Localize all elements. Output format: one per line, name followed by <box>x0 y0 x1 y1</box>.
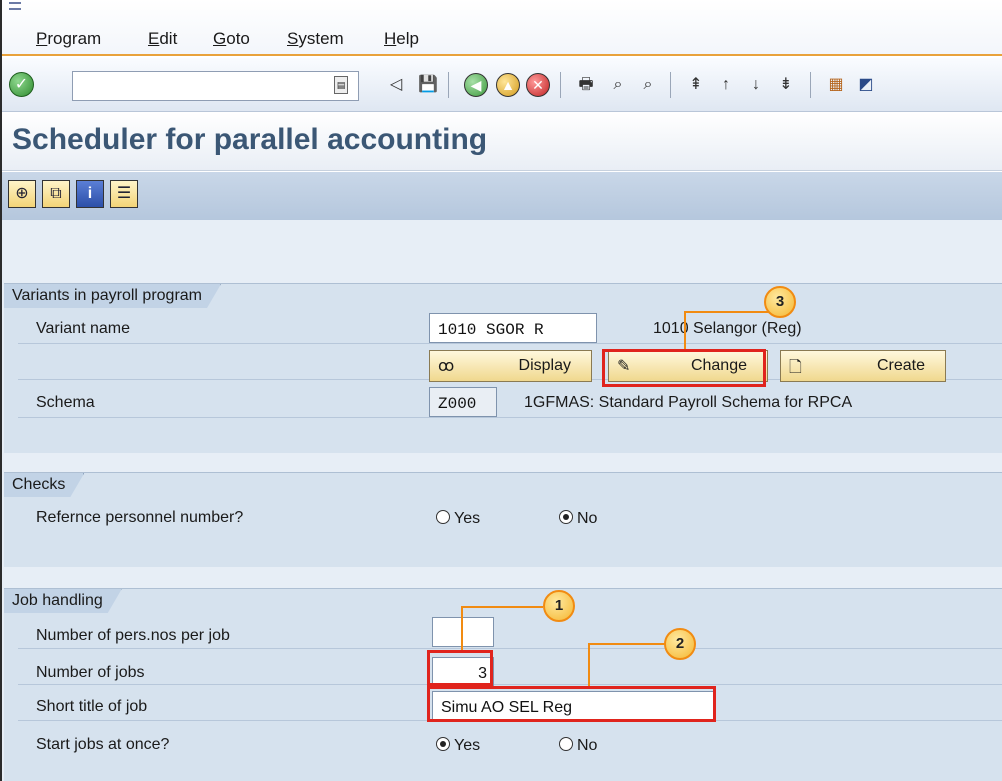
radio-label: No <box>577 737 598 754</box>
shortcut-icon[interactable]: ◩ <box>854 73 878 97</box>
callout-line <box>461 606 543 608</box>
command-history-icon[interactable]: ▤ <box>334 76 348 94</box>
save-icon[interactable]: 💾 <box>416 73 440 97</box>
standard-toolbar: ✓ ▤ ◁ 💾 ◀ ▲ ✕ 🖶 ⌕ ⌕ ⇞ ↑ ↓ ⇟ ▦ ◩ <box>2 58 1002 112</box>
callout-1: 1 <box>543 590 575 622</box>
radio-off-icon <box>559 737 573 751</box>
first-page-icon[interactable]: ⇞ <box>684 73 708 97</box>
title-bar: Scheduler for parallel accounting <box>2 113 1002 171</box>
row-divider <box>18 648 1002 649</box>
toolbar-separator <box>448 72 449 98</box>
new-document-icon: 🗋 <box>789 359 802 376</box>
find-next-icon[interactable]: ⌕ <box>636 73 660 97</box>
row-divider <box>18 417 1002 418</box>
reference-yes-radio[interactable]: Yes <box>436 509 480 528</box>
copy-variant-icon[interactable]: ⧉ <box>42 180 70 208</box>
radio-label: Yes <box>454 510 481 527</box>
short-title-highlight <box>427 686 716 722</box>
callout-line <box>684 311 686 349</box>
pers-per-job-label: Number of pers.nos per job <box>36 627 230 644</box>
number-of-jobs-highlight <box>427 650 493 686</box>
variant-description: 1010 Selangor (Reg) <box>653 320 802 337</box>
schema-field <box>429 387 497 417</box>
find-icon[interactable]: ⌕ <box>606 73 630 97</box>
collapse-arrow-icon[interactable]: ◁ <box>384 73 408 97</box>
menu-bar: Program Edit Goto System Help <box>2 0 1002 56</box>
menu-goto[interactable]: Goto <box>213 29 250 49</box>
execute-icon[interactable]: ⊕ <box>8 180 36 208</box>
change-highlight <box>602 349 766 387</box>
section-title-variants: Variants in payroll program <box>4 284 221 308</box>
radio-label: No <box>577 510 598 527</box>
command-field[interactable] <box>72 71 359 101</box>
menu-help[interactable]: Help <box>384 29 419 49</box>
radio-off-icon <box>436 510 450 524</box>
variants-section: Variants in payroll program Variant name… <box>4 283 1002 453</box>
radio-on-icon <box>436 737 450 751</box>
callout-3: 3 <box>764 286 796 318</box>
info-icon[interactable]: i <box>76 180 104 208</box>
system-menu-icon[interactable] <box>9 2 21 10</box>
enter-check-icon[interactable]: ✓ <box>9 72 34 97</box>
display-button-label: Display <box>518 357 571 374</box>
callout-line <box>461 606 463 650</box>
new-session-icon[interactable]: ▦ <box>824 73 848 97</box>
callout-line <box>684 311 780 313</box>
exit-icon[interactable]: ▲ <box>496 73 520 97</box>
back-icon[interactable]: ◀ <box>464 73 488 97</box>
variant-name-field[interactable] <box>429 313 597 343</box>
schema-description: 1GFMAS: Standard Payroll Schema for RPCA <box>524 394 853 411</box>
menu-system[interactable]: System <box>287 29 344 49</box>
section-title-checks: Checks <box>4 473 84 497</box>
previous-page-icon[interactable]: ↑ <box>714 73 738 97</box>
application-toolbar: ⊕ ⧉ i ☰ <box>2 172 1002 220</box>
menu-edit[interactable]: Edit <box>148 29 177 49</box>
radio-label: Yes <box>454 737 481 754</box>
reference-no-radio[interactable]: No <box>559 509 597 528</box>
number-of-jobs-label: Number of jobs <box>36 664 145 681</box>
row-divider <box>18 684 1002 685</box>
callout-line <box>588 643 590 686</box>
last-page-icon[interactable]: ⇟ <box>774 73 798 97</box>
row-divider <box>18 343 1002 344</box>
radio-on-icon <box>559 510 573 524</box>
job-overview-icon[interactable]: ☰ <box>110 180 138 208</box>
display-button[interactable]: ꝏ Display <box>429 350 592 382</box>
next-page-icon[interactable]: ↓ <box>744 73 768 97</box>
sap-window: Program Edit Goto System Help ✓ ▤ ◁ 💾 ◀ … <box>0 0 1002 781</box>
checks-section: Checks Refernce personnel number? Yes No <box>4 472 1002 567</box>
print-icon[interactable]: 🖶 <box>574 73 598 97</box>
callout-2: 2 <box>664 628 696 660</box>
pers-per-job-field[interactable] <box>432 617 494 647</box>
create-button[interactable]: 🗋 Create <box>780 350 946 382</box>
start-yes-radio[interactable]: Yes <box>436 736 480 755</box>
toolbar-separator <box>810 72 811 98</box>
cancel-icon[interactable]: ✕ <box>526 73 550 97</box>
reference-personnel-label: Refernce personnel number? <box>36 509 244 526</box>
start-no-radio[interactable]: No <box>559 736 597 755</box>
toolbar-separator <box>560 72 561 98</box>
job-handling-section: Job handling Number of pers.nos per job … <box>4 588 1002 781</box>
glasses-icon: ꝏ <box>438 358 455 375</box>
schema-label: Schema <box>36 394 95 411</box>
create-button-label: Create <box>876 357 925 374</box>
variant-name-label: Variant name <box>36 320 130 337</box>
callout-line <box>588 643 666 645</box>
start-jobs-label: Start jobs at once? <box>36 736 170 753</box>
section-title-job-handling: Job handling <box>4 589 122 613</box>
toolbar-separator <box>670 72 671 98</box>
page-title: Scheduler for parallel accounting <box>12 123 488 156</box>
menu-program[interactable]: Program <box>36 29 101 49</box>
short-title-label: Short title of job <box>36 698 148 715</box>
